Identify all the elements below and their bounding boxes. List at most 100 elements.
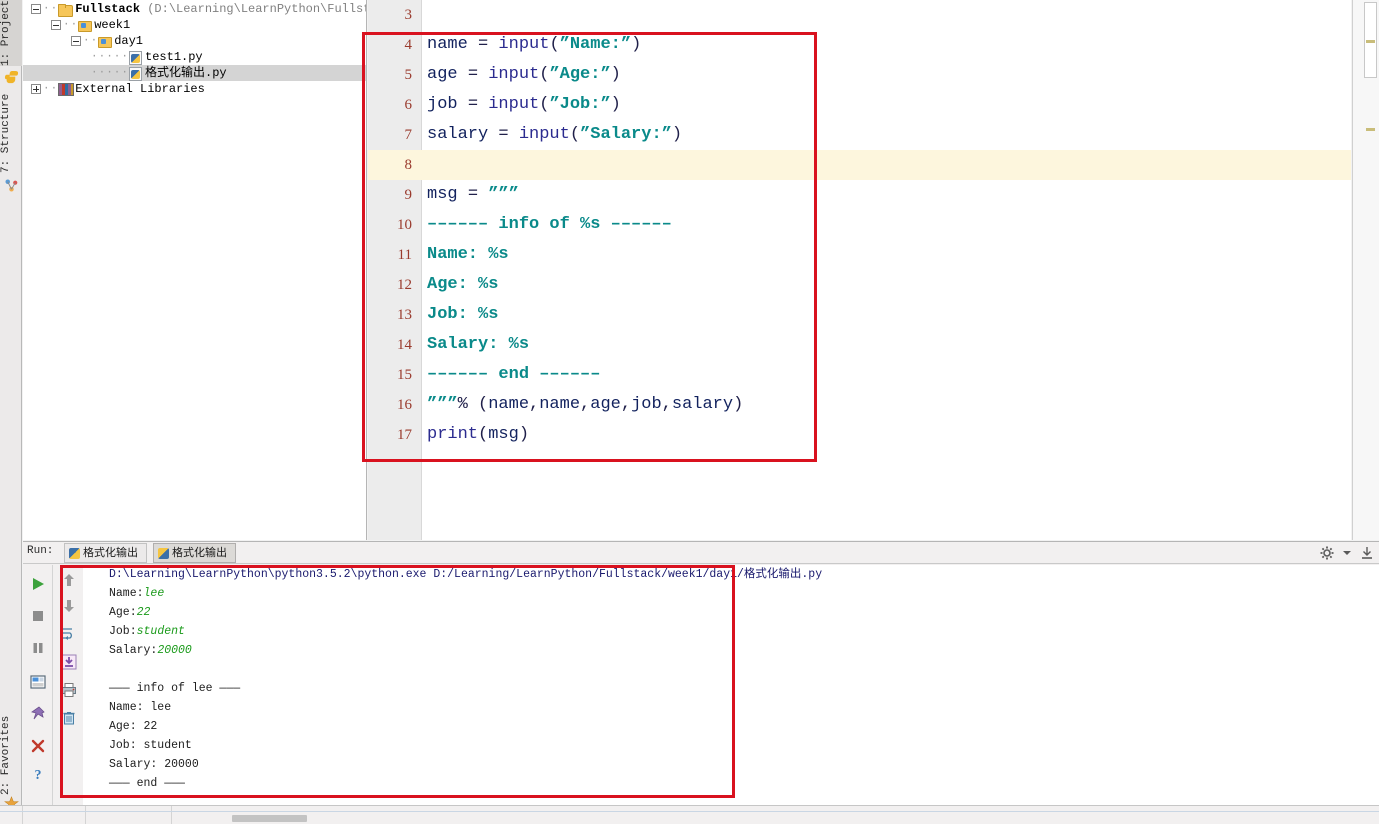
python-icon — [3, 70, 20, 87]
console-prompt-line: Age:22 — [83, 603, 1379, 622]
up-arrow-icon[interactable] — [58, 569, 80, 591]
run-tab-2[interactable]: 格式化输出 — [153, 543, 236, 563]
run-panel-body: ? D:\Learning\LearnPython\python3.5.2\py… — [23, 565, 1379, 806]
line-number: 8 — [404, 157, 413, 173]
layout-icon[interactable] — [27, 671, 49, 693]
tree-item-label: External Libraries — [75, 82, 205, 97]
code-line[interactable]: 17 print(msg) — [368, 420, 1351, 450]
code-line[interactable]: 3 — [368, 0, 1351, 30]
status-cell-2 — [23, 806, 86, 824]
horizontal-scrollbar[interactable] — [232, 815, 307, 822]
console-command-line: D:\Learning\LearnPython\python3.5.2\pyth… — [109, 568, 823, 581]
chevron-down-icon[interactable] — [1343, 544, 1351, 562]
hide-window-icon[interactable] — [1359, 545, 1375, 561]
run-panel-header-actions — [1319, 544, 1375, 562]
soft-wrap-icon[interactable] — [58, 623, 80, 645]
tree-item-3[interactable]: ····· test1.py — [23, 49, 366, 65]
code-line[interactable]: 8 — [368, 150, 1351, 180]
editor-marker-strip — [1352, 0, 1379, 540]
sidebar-tab-structure[interactable]: 7: Structure — [0, 92, 22, 174]
code-line[interactable]: 12 Age: %s — [368, 270, 1351, 300]
console-prompt-label: Name: — [109, 587, 144, 600]
scroll-to-end-icon[interactable] — [58, 651, 80, 673]
trash-icon[interactable] — [58, 707, 80, 729]
code-line[interactable]: 11 Name: %s — [368, 240, 1351, 270]
code-line[interactable]: 4 name = input(”Name:”) — [368, 30, 1351, 60]
console-input-value: 20000 — [157, 644, 192, 657]
code-text: salary = input(”Salary:”) — [427, 125, 683, 144]
tree-item-4[interactable]: ····· 格式化输出.py — [23, 65, 366, 81]
code-text: msg = ””” — [427, 185, 519, 204]
code-content[interactable]: 3 4 name = input(”Name:”) 5 age = input(”Age… — [368, 0, 1351, 450]
project-tool-window: ·· Fullstack (D:\Learning\LearnPython\Ful… — [23, 0, 367, 540]
run-icon[interactable] — [27, 573, 49, 595]
structure-icon — [3, 178, 20, 195]
folder-icon — [58, 3, 74, 17]
help-icon[interactable]: ? — [27, 763, 49, 785]
project-tree[interactable]: ·· Fullstack (D:\Learning\LearnPython\Ful… — [23, 0, 366, 97]
line-number: 5 — [404, 67, 413, 83]
status-divider — [0, 811, 1379, 812]
tree-item-5[interactable]: ·· External Libraries — [23, 81, 366, 97]
code-line[interactable]: 5 age = input(”Age:”) — [368, 60, 1351, 90]
python-file-icon — [129, 66, 143, 81]
console-output-line: Job: student — [109, 739, 192, 752]
code-line[interactable]: 6 job = input(”Job:”) — [368, 90, 1351, 120]
gear-icon[interactable] — [1319, 545, 1335, 561]
console-output-line: ——— info of lee ——— — [109, 682, 241, 695]
sidebar-tab-favorites[interactable]: 2: Favorites — [0, 714, 22, 796]
down-arrow-icon[interactable] — [58, 595, 80, 617]
tree-item-2[interactable]: ·· day1 — [23, 33, 366, 49]
code-text: –––––– end –––––– — [427, 365, 601, 384]
sidebar-tab-project[interactable]: 1: Project — [0, 0, 22, 66]
close-icon[interactable] — [27, 735, 49, 757]
code-line[interactable]: 13 Job: %s — [368, 300, 1351, 330]
tree-item-1[interactable]: ·· week1 — [23, 17, 366, 33]
code-line[interactable]: 10 –––––– info of %s –––––– — [368, 210, 1351, 240]
code-text: Salary: %s — [427, 335, 530, 354]
collapse-toggle-icon[interactable] — [31, 4, 41, 14]
code-text: age = input(”Age:”) — [427, 65, 621, 84]
console-input-value: student — [136, 625, 185, 638]
code-line[interactable]: 15 –––––– end –––––– — [368, 360, 1351, 390]
code-line[interactable]: 14 Salary: %s — [368, 330, 1351, 360]
console-prompt-line: Name:lee — [83, 584, 1379, 603]
run-tab-1[interactable]: 格式化输出 — [64, 543, 147, 563]
run-tab-2-label: 格式化输出 — [172, 548, 227, 560]
line-number: 9 — [404, 187, 413, 203]
editor-marker — [1366, 128, 1375, 131]
svg-text:?: ? — [35, 768, 42, 782]
console-output[interactable]: D:\Learning\LearnPython\python3.5.2\pyth… — [83, 565, 1379, 806]
code-text: ”””% (name,name,age,job,salary) — [427, 395, 744, 414]
run-tool-window: Run: 格式化输出 格式化输出 ? D:\Learning\LearnPyth… — [23, 541, 1379, 806]
line-number: 16 — [397, 397, 412, 413]
python-icon — [158, 547, 169, 559]
console-actions-column — [54, 565, 82, 806]
run-label: Run: — [27, 545, 54, 557]
collapse-toggle-icon[interactable] — [71, 36, 81, 46]
line-number: 6 — [404, 97, 413, 113]
tree-item-label: 格式化输出.py — [145, 66, 227, 81]
pin-icon[interactable] — [27, 703, 49, 725]
expand-toggle-icon[interactable] — [31, 84, 41, 94]
pycharm-window: 1: Project 7: Structure 2: Favorites ·· F… — [0, 0, 1379, 824]
code-line[interactable]: 7 salary = input(”Salary:”) — [368, 120, 1351, 150]
editor-marker — [1366, 40, 1375, 43]
code-text: job = input(”Job:”) — [427, 95, 621, 114]
tree-item-0[interactable]: ·· Fullstack (D:\Learning\LearnPython\Ful… — [23, 1, 366, 17]
line-number: 10 — [397, 217, 412, 233]
code-text: Age: %s — [427, 275, 499, 294]
code-line[interactable]: 9 msg = ””” — [368, 180, 1351, 210]
collapse-toggle-icon[interactable] — [51, 20, 61, 30]
console-prompt-label: Age: — [109, 606, 137, 619]
line-number: 4 — [404, 37, 413, 53]
print-icon[interactable] — [58, 679, 80, 701]
code-editor[interactable]: 3 4 name = input(”Name:”) 5 age = input(”Age… — [368, 0, 1351, 540]
stop-icon[interactable] — [27, 605, 49, 627]
code-line[interactable]: 16 ”””% (name,name,age,job,salary) — [368, 390, 1351, 420]
console-input-value: lee — [143, 587, 165, 600]
pause-icon[interactable] — [27, 637, 49, 659]
status-bar — [0, 805, 1379, 824]
tree-connector: ·· — [83, 35, 99, 47]
